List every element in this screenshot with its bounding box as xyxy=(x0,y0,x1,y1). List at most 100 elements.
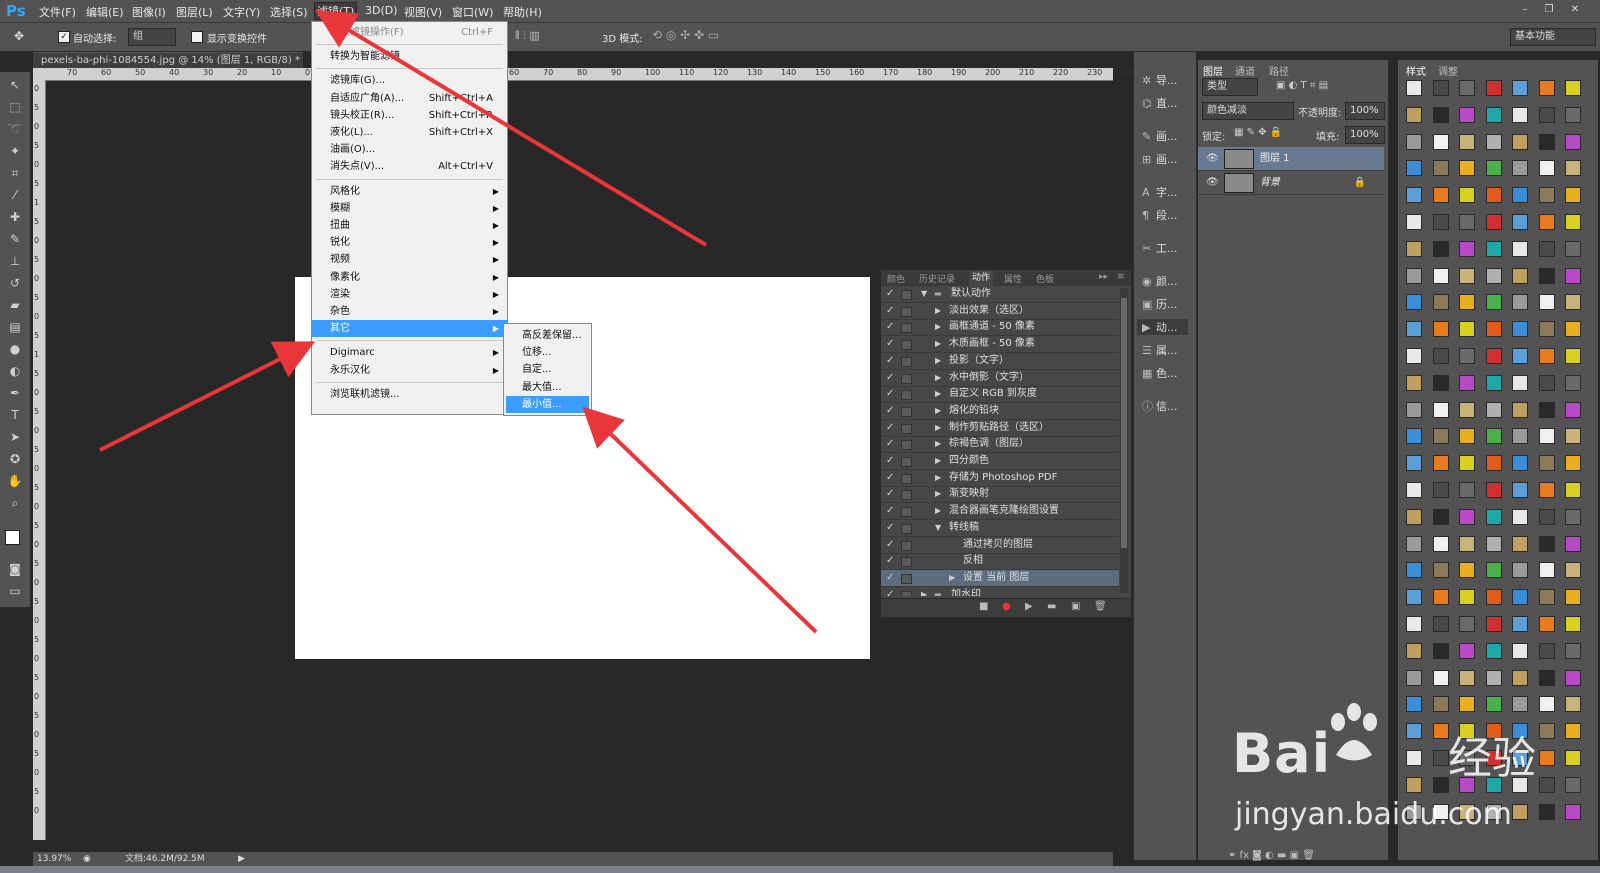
style-swatch[interactable] xyxy=(1432,160,1449,177)
action-toggle-icon[interactable]: ✓ xyxy=(886,503,894,519)
submenu-item[interactable]: 最小值... xyxy=(506,395,589,413)
dialog-toggle-icon[interactable] xyxy=(901,590,912,596)
filter-menu-item[interactable]: 扭曲 ▶ xyxy=(312,217,507,234)
style-swatch[interactable] xyxy=(1512,535,1528,552)
dialog-toggle-icon[interactable] xyxy=(901,473,912,484)
style-swatch[interactable] xyxy=(1485,133,1502,150)
style-swatch[interactable] xyxy=(1565,455,1581,472)
style-swatch[interactable] xyxy=(1512,589,1528,606)
style-swatch[interactable] xyxy=(1485,321,1502,338)
style-swatch[interactable] xyxy=(1565,776,1581,793)
style-swatch[interactable] xyxy=(1406,187,1422,204)
style-swatch[interactable] xyxy=(1459,669,1475,686)
action-row[interactable]: ✓ ▶ 木质画框 - 50 像素 xyxy=(881,336,1119,354)
style-swatch[interactable] xyxy=(1459,240,1475,257)
style-swatch[interactable] xyxy=(1565,214,1581,230)
stamp-tool-icon[interactable]: ⊥ xyxy=(5,252,25,270)
tab-layers[interactable]: 图层 xyxy=(1203,63,1223,78)
action-toggle-icon[interactable]: ✓ xyxy=(886,420,894,436)
tab-color[interactable]: 颜色 xyxy=(887,272,905,285)
dialog-toggle-icon[interactable] xyxy=(901,490,912,501)
expand-right-icon[interactable]: ▶ xyxy=(935,353,941,369)
menu-select[interactable]: 选择(S) xyxy=(270,4,308,20)
action-row[interactable]: ✓ ▼ ▬ 默认动作 xyxy=(881,286,1119,303)
style-swatch[interactable] xyxy=(1459,294,1475,311)
style-swatch[interactable] xyxy=(1565,240,1581,257)
style-swatch[interactable] xyxy=(1485,294,1502,311)
action-toggle-icon[interactable]: ✓ xyxy=(886,537,894,553)
expand-right-icon[interactable]: ▶ xyxy=(935,436,941,452)
blend-mode-dropdown[interactable]: 颜色减淡 xyxy=(1202,102,1294,120)
new-action-icon[interactable]: ▣ xyxy=(1071,601,1080,612)
style-swatch[interactable] xyxy=(1459,267,1475,284)
style-swatch[interactable] xyxy=(1432,267,1449,284)
style-swatch[interactable] xyxy=(1538,321,1555,338)
style-swatch[interactable] xyxy=(1485,187,1502,204)
style-swatch[interactable] xyxy=(1432,374,1449,391)
tab-properties[interactable]: 属性 xyxy=(1004,272,1022,285)
delete-icon[interactable]: 🗑 xyxy=(1094,601,1107,612)
style-swatch[interactable] xyxy=(1432,535,1449,552)
actions-scrollbar[interactable] xyxy=(1120,288,1128,593)
style-swatch[interactable] xyxy=(1512,214,1528,230)
dialog-toggle-icon[interactable] xyxy=(901,406,912,417)
style-swatch[interactable] xyxy=(1485,589,1502,606)
style-swatch[interactable] xyxy=(1406,348,1422,364)
action-row[interactable]: ✓ ▼ 转线稿 xyxy=(881,520,1119,537)
expand-right-icon[interactable]: ▶ xyxy=(935,336,941,352)
dock-button[interactable]: ⓘ 信... xyxy=(1142,398,1178,414)
expand-right-icon[interactable]: ▶ xyxy=(921,587,927,596)
quick-mask-icon[interactable]: ◙ xyxy=(5,560,25,578)
dialog-toggle-icon[interactable] xyxy=(901,457,912,467)
style-swatch[interactable] xyxy=(1565,750,1581,766)
submenu-item[interactable]: 高反差保留... xyxy=(506,327,589,344)
filter-menu-item[interactable]: 转换为智能滤镜 xyxy=(312,48,507,65)
style-swatch[interactable] xyxy=(1432,133,1449,150)
filter-menu-item[interactable]: 渲染 ▶ xyxy=(312,286,507,303)
style-swatch[interactable] xyxy=(1538,803,1555,820)
style-swatch[interactable] xyxy=(1565,321,1581,338)
filter-menu-item[interactable]: Digimarc ▶ xyxy=(312,344,507,361)
action-toggle-icon[interactable]: ✓ xyxy=(886,286,894,302)
style-swatch[interactable] xyxy=(1406,589,1422,606)
tab-history[interactable]: 历史记录 xyxy=(919,272,955,285)
tab-actions[interactable]: 动作 xyxy=(969,271,994,286)
style-swatch[interactable] xyxy=(1432,240,1449,257)
dock-button[interactable]: A 字... xyxy=(1142,184,1178,200)
style-swatch[interactable] xyxy=(1512,669,1528,686)
style-swatch[interactable] xyxy=(1406,616,1422,632)
style-swatch[interactable] xyxy=(1512,106,1528,123)
lock-icons[interactable]: ▦ ✎ ✥ 🔒 xyxy=(1234,127,1282,138)
filter-menu-item[interactable]: 像素化 ▶ xyxy=(312,269,507,286)
submenu-item[interactable]: 最大值... xyxy=(506,379,589,396)
menu-file[interactable]: 文件(F) xyxy=(39,4,76,20)
new-set-icon[interactable]: ▬ xyxy=(1047,601,1056,612)
style-swatch[interactable] xyxy=(1459,321,1475,338)
expand-right-icon[interactable]: ▶ xyxy=(935,386,941,402)
style-swatch[interactable] xyxy=(1432,750,1449,766)
style-swatch[interactable] xyxy=(1565,803,1581,820)
move-tool-icon[interactable]: ↖ xyxy=(5,76,25,94)
action-row[interactable]: ✓ ▶ 混合器画笔克隆绘图设置 xyxy=(881,503,1119,521)
style-swatch[interactable] xyxy=(1565,401,1581,418)
expand-right-icon[interactable]: ▶ xyxy=(935,370,941,386)
style-swatch[interactable] xyxy=(1565,535,1581,552)
style-swatch[interactable] xyxy=(1512,616,1528,632)
style-swatch[interactable] xyxy=(1485,616,1502,632)
expand-right-icon[interactable]: ▶ xyxy=(935,319,941,335)
auto-select-dropdown[interactable]: 组 xyxy=(128,28,176,46)
style-swatch[interactable] xyxy=(1538,428,1555,445)
style-swatch[interactable] xyxy=(1565,723,1581,740)
style-swatch[interactable] xyxy=(1459,642,1475,659)
expand-down-icon[interactable]: ▼ xyxy=(921,286,927,302)
style-swatch[interactable] xyxy=(1538,294,1555,311)
style-swatch[interactable] xyxy=(1538,589,1555,606)
opacity-input[interactable]: 100% xyxy=(1345,102,1385,120)
filter-menu-item[interactable]: 消失点(V)... Alt+Ctrl+V xyxy=(312,158,507,175)
action-toggle-icon[interactable]: ✓ xyxy=(886,486,894,502)
menu-edit[interactable]: 编辑(E) xyxy=(86,4,124,20)
style-swatch[interactable] xyxy=(1565,562,1581,579)
style-swatch[interactable] xyxy=(1538,455,1555,472)
action-toggle-icon[interactable]: ✓ xyxy=(886,520,894,536)
align-icons[interactable]: ⫴ ⫶ ▥ xyxy=(515,29,540,43)
